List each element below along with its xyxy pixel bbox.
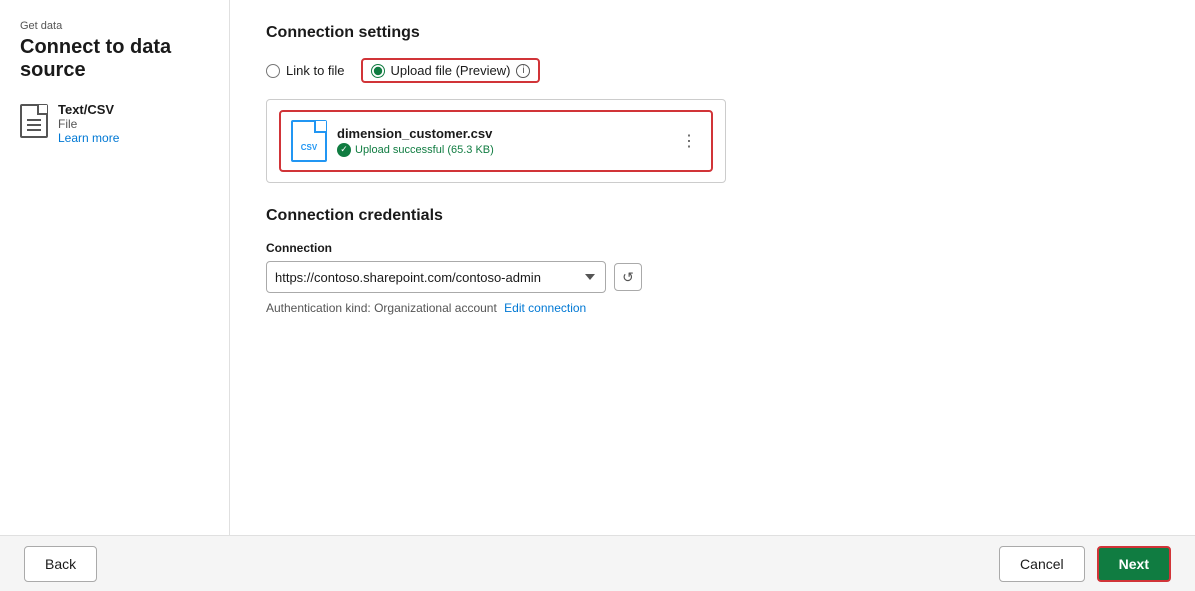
file-info: dimension_customer.csv Upload successful… <box>337 126 701 157</box>
auth-text: Authentication kind: Organizational acco… <box>266 301 497 315</box>
file-icon <box>20 104 48 138</box>
right-panel: Connection settings Link to file Upload … <box>230 0 1195 535</box>
next-button[interactable]: Next <box>1097 546 1171 582</box>
sidebar: Get data Connect to data source Text/CSV… <box>0 0 230 535</box>
file-upload-area: CSV dimension_customer.csv Upload succes… <box>266 99 726 183</box>
info-icon[interactable]: i <box>516 64 530 78</box>
radio-link-input[interactable] <box>266 64 280 78</box>
sidebar-item-type: File <box>58 117 119 131</box>
refresh-icon: ↺ <box>622 269 634 286</box>
file-item: CSV dimension_customer.csv Upload succes… <box>279 110 713 172</box>
upload-status: Upload successful (65.3 KB) <box>337 143 701 157</box>
credentials-section: Connection credentials Connection https:… <box>266 207 1159 315</box>
sidebar-file-item: Text/CSV File Learn more <box>20 102 209 145</box>
footer-right: Cancel Next <box>999 546 1171 582</box>
csv-icon: CSV <box>291 120 327 162</box>
credentials-title: Connection credentials <box>266 207 1159 225</box>
connection-select[interactable]: https://contoso.sharepoint.com/contoso-a… <box>266 261 606 293</box>
radio-link-to-file[interactable]: Link to file <box>266 63 345 78</box>
radio-upload-input[interactable] <box>371 64 385 78</box>
breadcrumb: Get data <box>20 20 209 32</box>
upload-option-box: Upload file (Preview) i <box>361 58 541 83</box>
cancel-button[interactable]: Cancel <box>999 546 1085 582</box>
radio-upload-label: Upload file (Preview) <box>391 63 511 78</box>
check-circle-icon <box>337 143 351 157</box>
auth-row: Authentication kind: Organizational acco… <box>266 301 1159 315</box>
refresh-button[interactable]: ↺ <box>614 263 642 291</box>
edit-connection-link[interactable]: Edit connection <box>504 301 586 315</box>
upload-status-text: Upload successful (65.3 KB) <box>355 144 494 156</box>
connection-label: Connection <box>266 241 1159 255</box>
sidebar-item-name: Text/CSV <box>58 102 119 117</box>
back-button[interactable]: Back <box>24 546 97 582</box>
connection-settings-title: Connection settings <box>266 24 1159 42</box>
page-title: Connect to data source <box>20 36 209 82</box>
connection-row: https://contoso.sharepoint.com/contoso-a… <box>266 261 1159 293</box>
file-name: dimension_customer.csv <box>337 126 701 141</box>
footer: Back Cancel Next <box>0 535 1195 591</box>
radio-group: Link to file Upload file (Preview) i <box>266 58 1159 83</box>
more-options-button[interactable]: ⋮ <box>677 127 701 155</box>
learn-more-link[interactable]: Learn more <box>58 131 119 145</box>
radio-link-label: Link to file <box>286 63 345 78</box>
sidebar-item-info: Text/CSV File Learn more <box>58 102 119 145</box>
